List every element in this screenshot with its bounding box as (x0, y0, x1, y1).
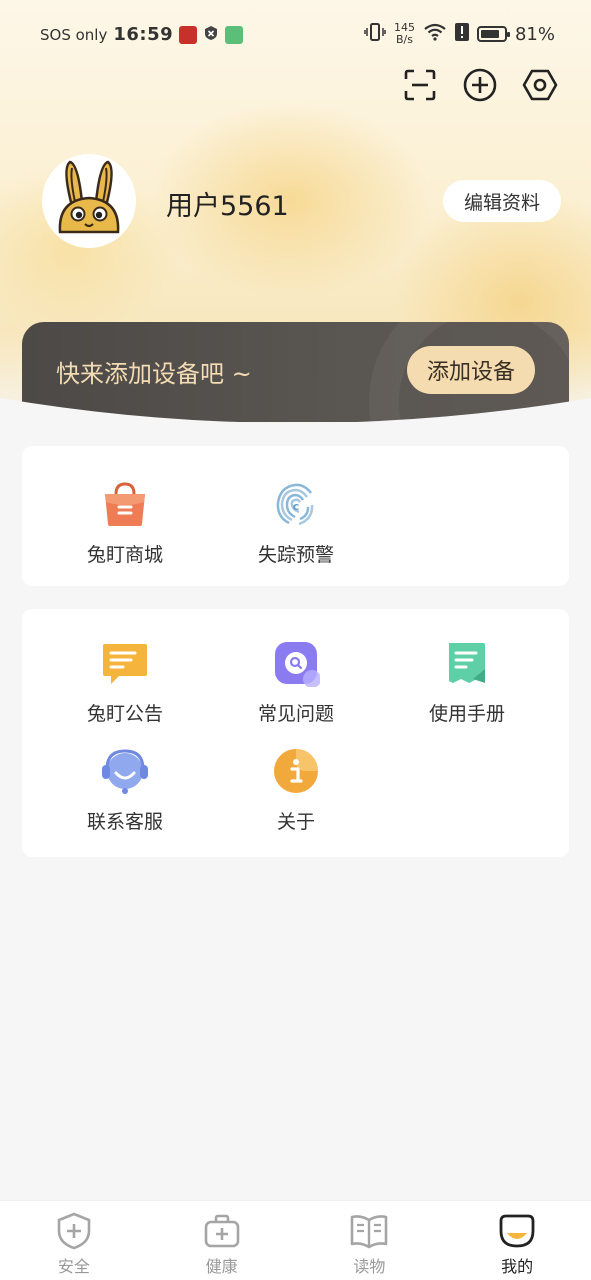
faq-icon (275, 642, 320, 687)
tile-announcement[interactable]: 兔盯公告 (35, 637, 215, 737)
tab-label: 读物 (353, 1257, 386, 1276)
tab-label: 安全 (57, 1257, 90, 1276)
tile-manual[interactable]: 使用手册 (377, 637, 557, 737)
alert-icon (454, 23, 469, 45)
customer-service-icon (102, 749, 148, 794)
tile-label: 关于 (276, 811, 315, 833)
battery-percent: 81% (514, 23, 555, 45)
fingerprint-icon: c (276, 483, 314, 526)
top-action-bar (401, 66, 559, 104)
tab-safety[interactable]: 安全 (0, 1201, 148, 1280)
bottom-tab-bar: 安全 健康 读物 我的 (0, 1200, 591, 1280)
tile-label: 兔盯公告 (86, 703, 163, 725)
shield-icon (57, 1212, 91, 1250)
tile-shop[interactable]: 兔盯商城 (35, 478, 215, 578)
tile-label: 兔盯商城 (86, 544, 163, 566)
settings-hex-icon (522, 69, 558, 101)
services-card: 兔盯商城 c 失踪预警 (22, 446, 569, 586)
network-speed: 145 B/s (393, 21, 415, 46)
tab-mine[interactable]: 我的 (443, 1201, 591, 1280)
profile-tab-icon (499, 1214, 535, 1248)
add-device-button[interactable]: 添加设备 (407, 346, 535, 394)
info-icon (274, 749, 318, 793)
medical-kit-icon (204, 1214, 239, 1248)
manual-icon (449, 643, 485, 683)
tile-label: 使用手册 (428, 703, 505, 725)
add-circle-icon (463, 68, 497, 102)
status-bar: SOS only 16:59 145 B/s 81% (0, 20, 591, 48)
svg-text:c: c (293, 500, 300, 513)
chat-notification-icon (225, 25, 244, 44)
tab-label: 健康 (205, 1257, 238, 1276)
tile-label: 联系客服 (86, 811, 163, 833)
tab-reading[interactable]: 读物 (296, 1201, 444, 1280)
banner-wave (0, 398, 591, 448)
vibrate-icon (364, 22, 386, 46)
avatar[interactable] (42, 154, 136, 248)
tile-missing-alert[interactable]: c 失踪预警 (206, 478, 386, 578)
settings-button[interactable] (521, 66, 559, 104)
battery-icon (476, 26, 510, 42)
wifi-icon (423, 23, 447, 45)
network-status: SOS only (40, 25, 108, 44)
book-icon (351, 1215, 388, 1249)
scan-icon (404, 69, 436, 101)
edit-profile-button[interactable]: 编辑资料 (443, 180, 561, 222)
tab-label: 我的 (501, 1257, 534, 1276)
app-notification-icon (179, 25, 198, 44)
support-card: 兔盯公告 常见问题 使用手册 联系客服 关于 (22, 609, 569, 857)
scan-button[interactable] (401, 66, 439, 104)
blocked-notification-icon (203, 25, 219, 45)
tile-customer-service[interactable]: 联系客服 (35, 745, 215, 845)
add-button[interactable] (461, 66, 499, 104)
tile-label: 常见问题 (257, 703, 334, 725)
shopping-bag-icon (105, 482, 145, 526)
tab-health[interactable]: 健康 (148, 1201, 296, 1280)
tile-about[interactable]: 关于 (206, 745, 386, 845)
announcement-icon (103, 644, 147, 684)
tile-faq[interactable]: 常见问题 (206, 637, 386, 737)
add-device-prompt: 快来添加设备吧 ~ (56, 360, 252, 388)
clock: 16:59 (113, 24, 174, 45)
username: 用户5561 (166, 191, 289, 222)
tile-label: 失踪预警 (257, 544, 334, 566)
rabbit-avatar-icon (58, 160, 120, 234)
